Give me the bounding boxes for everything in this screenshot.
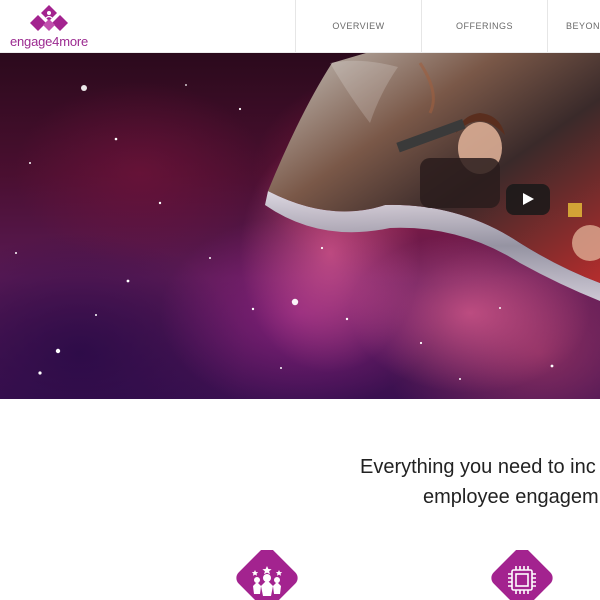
play-icon — [523, 193, 534, 205]
hero-video[interactable] — [0, 53, 600, 399]
play-button[interactable] — [506, 184, 550, 215]
headline-line-2: employee engagem — [423, 486, 599, 508]
logo[interactable]: engage4more — [8, 4, 98, 49]
headline-line-1: Everything you need to inc — [360, 456, 596, 478]
site-header: engage4more OVERVIEW OFFERINGS BEYOND — [0, 0, 600, 53]
nav-item-overview[interactable]: OVERVIEW — [295, 0, 421, 52]
logo-text: engage4more — [10, 34, 89, 49]
logo-icon — [30, 5, 68, 31]
chip-icon — [491, 550, 553, 600]
nav-item-beyond[interactable]: BEYOND — [547, 0, 600, 52]
nav-item-offerings[interactable]: OFFERINGS — [421, 0, 547, 52]
team-star-icon — [236, 550, 298, 600]
hero-video-frame — [15, 53, 600, 393]
main-nav: OVERVIEW OFFERINGS BEYOND — [295, 0, 600, 52]
page: engage4more OVERVIEW OFFERINGS BEYOND — [0, 0, 600, 600]
